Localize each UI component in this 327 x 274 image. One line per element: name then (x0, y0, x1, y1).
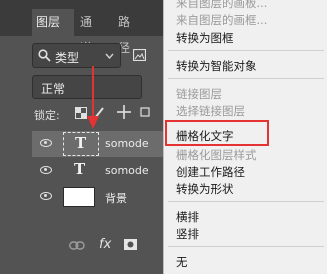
menu-item-artboard-from-layers[interactable]: 来自图层的画板... (176, 0, 267, 11)
layers-panel: 图层 通道 路径 类型 正常 锁定: (0, 0, 163, 274)
eye-icon[interactable] (40, 192, 52, 200)
layer-context-menu: 来自图层的画板... 来自图层的画框... 转换为图框 转换为智能对象 链接图层… (163, 0, 327, 274)
menu-item-convert-to-smart-object[interactable]: 转换为智能对象 (176, 58, 257, 74)
menu-item-horizontal[interactable]: 横排 (176, 209, 199, 225)
layer-filter-select[interactable]: 类型 (32, 43, 121, 68)
text-layer-thumbnail: T (63, 132, 99, 156)
text-layer-icon: T (74, 160, 86, 178)
search-icon (38, 49, 51, 62)
mask-icon[interactable] (124, 239, 137, 250)
red-arrow-icon (87, 66, 99, 129)
menu-item-vertical[interactable]: 竖排 (176, 226, 199, 242)
panel-tab-bar: 图层 通道 路径 (0, 0, 163, 55)
eye-icon[interactable] (40, 139, 52, 147)
menu-item-select-linked-layers[interactable]: 选择链接图层 (176, 103, 245, 119)
link-icon[interactable] (69, 241, 85, 250)
menu-item-link-layers[interactable]: 链接图层 (176, 86, 222, 102)
layer-name: 背景 (105, 192, 127, 205)
blend-mode-label: 正常 (41, 82, 66, 96)
image-filter-icon[interactable] (133, 49, 146, 61)
tab-paths[interactable]: 路径 (114, 9, 144, 55)
lock-artboard-icon[interactable] (139, 106, 151, 118)
menu-item-convert-to-frame[interactable]: 转换为图框 (176, 30, 234, 46)
text-layer-icon: T (75, 134, 87, 152)
layer-name: somode (105, 164, 149, 177)
menu-item-create-work-path[interactable]: 创建工作路径 (176, 164, 245, 180)
tab-layers[interactable]: 图层 (32, 9, 74, 36)
menu-separator (168, 246, 324, 247)
lock-label: 锁定: (34, 109, 60, 122)
menu-separator (168, 50, 324, 51)
fx-icon[interactable]: fx (99, 237, 111, 252)
filter-type-label: 类型 (55, 51, 80, 65)
eye-icon[interactable] (40, 166, 52, 174)
layer-name: somode (105, 137, 149, 150)
layer-row[interactable]: T somode (32, 131, 163, 157)
layer-list: T somode T somode 背景 (32, 131, 163, 210)
layer-row[interactable]: T somode (32, 158, 163, 184)
menu-item-rasterize-layer-style[interactable]: 栅格化图层样式 (176, 147, 257, 163)
highlight-box (165, 120, 269, 146)
menu-separator (168, 78, 324, 79)
menu-item-none[interactable]: 无 (176, 254, 188, 270)
background-thumbnail (63, 187, 95, 207)
layer-row[interactable]: 背景 (32, 184, 163, 210)
menu-separator (168, 201, 324, 202)
lock-move-icon[interactable] (117, 105, 131, 119)
menu-item-convert-to-shape[interactable]: 转换为形状 (176, 181, 234, 197)
tab-channels[interactable]: 通道 (76, 9, 106, 55)
menu-item-frame-from-layers[interactable]: 来自图层的画框... (176, 12, 267, 28)
chevron-down-icon (105, 53, 114, 59)
layers-bottom-toolbar: fx (32, 230, 163, 260)
